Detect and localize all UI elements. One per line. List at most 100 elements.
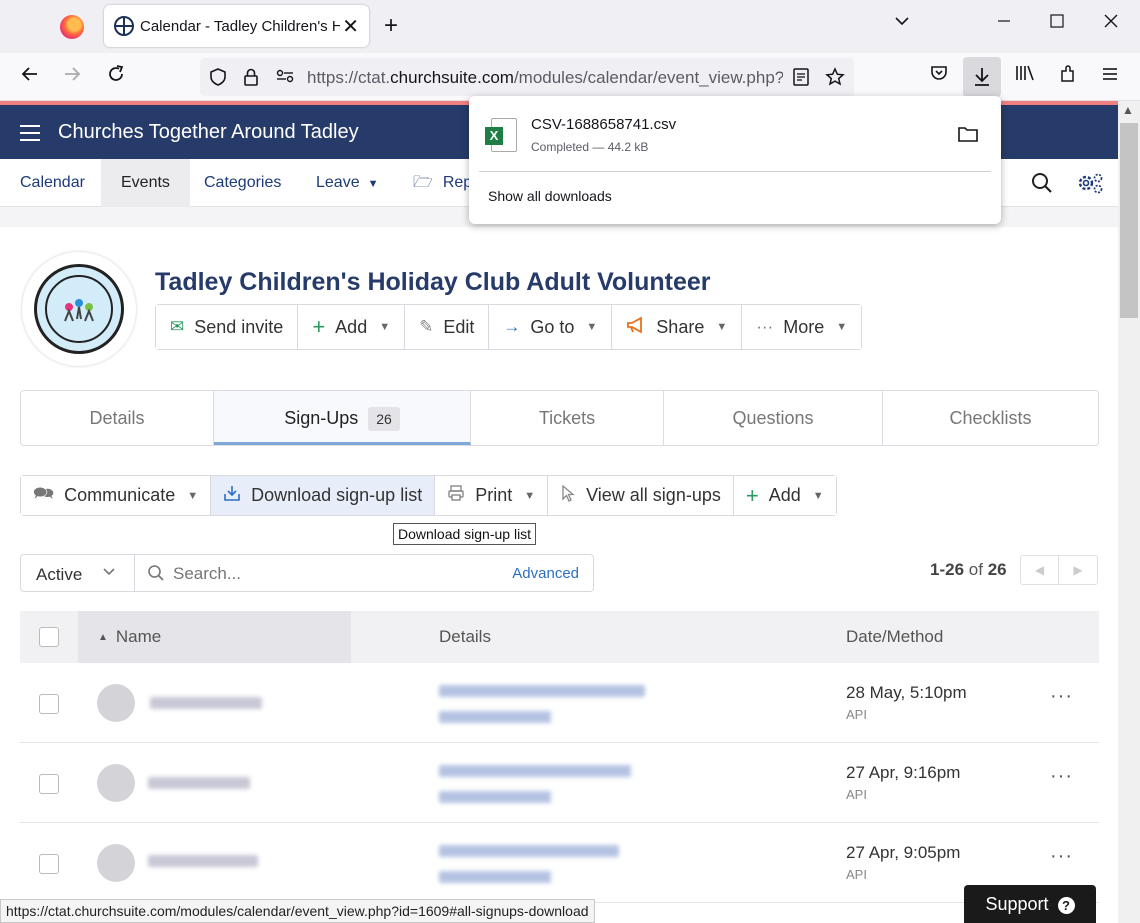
subnav-item-categories[interactable]: Categories bbox=[184, 159, 301, 207]
communicate-button[interactable]: 🗪 Communicate ▼ bbox=[21, 476, 212, 515]
table-row[interactable]: 28 May, 5:10pm API ··· bbox=[20, 663, 1099, 743]
subnav-item-events[interactable]: Events bbox=[101, 159, 190, 207]
address-bar[interactable]: https://ctat.churchsuite.com/modules/cal… bbox=[200, 58, 854, 96]
caret-down-icon: ▼ bbox=[836, 321, 848, 333]
permissions-icon[interactable] bbox=[275, 67, 295, 90]
tab-details[interactable]: Details bbox=[21, 391, 214, 445]
url-path: /modules/calendar/event_view.php?id=1609 bbox=[513, 68, 783, 87]
extensions-icon[interactable] bbox=[1054, 63, 1082, 89]
subnav-reports-label: Rep bbox=[442, 174, 473, 191]
back-icon[interactable] bbox=[16, 63, 44, 91]
row-actions-icon[interactable]: ··· bbox=[1050, 685, 1073, 708]
url-text[interactable]: https://ctat.churchsuite.com/modules/cal… bbox=[307, 68, 783, 88]
scroll-thumb[interactable] bbox=[1120, 123, 1138, 318]
caret-down-icon: ▼ bbox=[812, 489, 824, 502]
download-signup-list-button[interactable]: Download sign-up list bbox=[211, 476, 436, 515]
pagination-buttons: ◀ ▶ bbox=[1020, 555, 1098, 585]
tab-signups[interactable]: Sign-Ups 26 bbox=[214, 391, 471, 445]
signup-method: API bbox=[846, 707, 867, 722]
pagination-summary: 1-26 of 26 bbox=[930, 560, 1007, 580]
tab-tickets[interactable]: Tickets bbox=[471, 391, 664, 445]
lock-icon[interactable] bbox=[242, 67, 260, 92]
support-button[interactable]: Support ? bbox=[964, 885, 1096, 923]
forward-icon[interactable] bbox=[58, 63, 86, 91]
add-signup-button[interactable]: + Add ▼ bbox=[733, 476, 836, 515]
folder-open-icon: 🗁 bbox=[413, 174, 433, 191]
subnav-item-leave[interactable]: Leave ▼ bbox=[296, 159, 398, 207]
app-title: Churches Together Around Tadley bbox=[58, 121, 359, 143]
excel-file-icon: X bbox=[485, 118, 517, 154]
row-checkbox[interactable] bbox=[39, 774, 59, 794]
tab-close-icon[interactable]: ✕ bbox=[342, 14, 359, 39]
view-all-signups-button[interactable]: View all sign-ups bbox=[548, 476, 734, 515]
bookmark-star-icon[interactable] bbox=[825, 67, 845, 92]
list-all-tabs-icon[interactable] bbox=[893, 12, 911, 36]
table-row[interactable]: 27 Apr, 9:05pm API ··· bbox=[20, 823, 1099, 903]
edit-label: Edit bbox=[443, 316, 475, 337]
shield-icon[interactable] bbox=[208, 67, 228, 92]
next-page-icon[interactable]: ▶ bbox=[1059, 556, 1097, 584]
reload-icon[interactable] bbox=[102, 63, 130, 91]
page-scrollbar[interactable]: ▲ bbox=[1118, 101, 1140, 923]
go-to-button[interactable]: → Go to ▼ bbox=[489, 305, 613, 349]
sort-name-header[interactable]: ▲ Name bbox=[98, 627, 161, 647]
row-actions-icon[interactable]: ··· bbox=[1050, 845, 1073, 868]
download-file-name[interactable]: CSV-1688658741.csv bbox=[531, 116, 676, 133]
advanced-search-link[interactable]: Advanced bbox=[512, 565, 579, 582]
pocket-icon[interactable] bbox=[925, 63, 953, 89]
firefox-icon[interactable] bbox=[60, 15, 84, 39]
add-button[interactable]: + Add ▼ bbox=[298, 305, 406, 349]
browser-tab[interactable]: Calendar - Tadley Children's Holiday Clu… bbox=[104, 5, 369, 47]
pencil-icon: ✎ bbox=[419, 317, 434, 336]
tab-checklists[interactable]: Checklists bbox=[883, 391, 1098, 445]
open-folder-icon[interactable] bbox=[957, 125, 979, 143]
scroll-up-icon[interactable]: ▲ bbox=[1122, 103, 1134, 117]
send-invite-button[interactable]: ✉ Send invite bbox=[156, 305, 299, 349]
reader-view-icon[interactable] bbox=[792, 67, 810, 92]
redacted-name bbox=[148, 777, 250, 789]
add-label: Add bbox=[335, 316, 368, 337]
search-icon[interactable] bbox=[1030, 171, 1054, 200]
search-input[interactable] bbox=[173, 562, 473, 586]
show-all-downloads-button[interactable]: Show all downloads bbox=[488, 188, 612, 204]
row-actions-icon[interactable]: ··· bbox=[1050, 765, 1073, 788]
redacted-phone bbox=[439, 871, 551, 883]
subnav-item-calendar[interactable]: Calendar bbox=[0, 159, 105, 207]
more-button[interactable]: ··· More ▼ bbox=[742, 305, 862, 349]
caret-down-icon: ▼ bbox=[716, 321, 728, 333]
edit-button[interactable]: ✎ Edit bbox=[405, 305, 490, 349]
tab-questions[interactable]: Questions bbox=[664, 391, 883, 445]
more-label: More bbox=[783, 316, 825, 337]
row-checkbox[interactable] bbox=[39, 854, 59, 874]
maximize-icon[interactable] bbox=[1048, 12, 1066, 36]
downloads-button[interactable] bbox=[963, 57, 1001, 97]
minimize-icon[interactable] bbox=[995, 12, 1013, 36]
new-tab-button[interactable]: + bbox=[384, 12, 398, 40]
go-to-label: Go to bbox=[530, 316, 575, 337]
settings-gears-icon[interactable] bbox=[1076, 171, 1104, 200]
caret-down-icon: ▼ bbox=[187, 489, 199, 502]
status-filter-select[interactable]: Active bbox=[20, 554, 135, 592]
select-all-checkbox[interactable] bbox=[39, 627, 59, 647]
signup-date: 27 Apr, 9:05pm bbox=[846, 843, 961, 862]
date-method-header[interactable]: Date/Method bbox=[846, 627, 943, 647]
search-icon bbox=[147, 564, 165, 587]
library-icon[interactable] bbox=[1011, 63, 1039, 89]
support-label: Support bbox=[985, 894, 1049, 914]
browser-nav-bar: https://ctat.churchsuite.com/modules/cal… bbox=[0, 53, 1140, 101]
close-window-icon[interactable] bbox=[1102, 12, 1120, 36]
share-button[interactable]: Share ▼ bbox=[612, 305, 743, 349]
hamburger-menu-icon[interactable] bbox=[20, 125, 40, 141]
event-tabs: Details Sign-Ups 26 Tickets Questions Che… bbox=[20, 390, 1099, 446]
prev-page-icon[interactable]: ◀ bbox=[1021, 556, 1060, 584]
tab-signups-label: Sign-Ups bbox=[284, 408, 359, 428]
table-row[interactable]: 27 Apr, 9:16pm API ··· bbox=[20, 743, 1099, 823]
event-title: Tadley Children's Holiday Club Adult Vol… bbox=[155, 268, 711, 296]
app-menu-icon[interactable] bbox=[1096, 63, 1124, 89]
send-invite-label: Send invite bbox=[194, 316, 284, 337]
row-checkbox[interactable] bbox=[39, 694, 59, 714]
print-button[interactable]: Print ▼ bbox=[435, 476, 549, 515]
ellipsis-icon: ··· bbox=[756, 317, 774, 336]
printer-icon bbox=[447, 484, 465, 507]
envelope-icon: ✉ bbox=[170, 317, 185, 336]
